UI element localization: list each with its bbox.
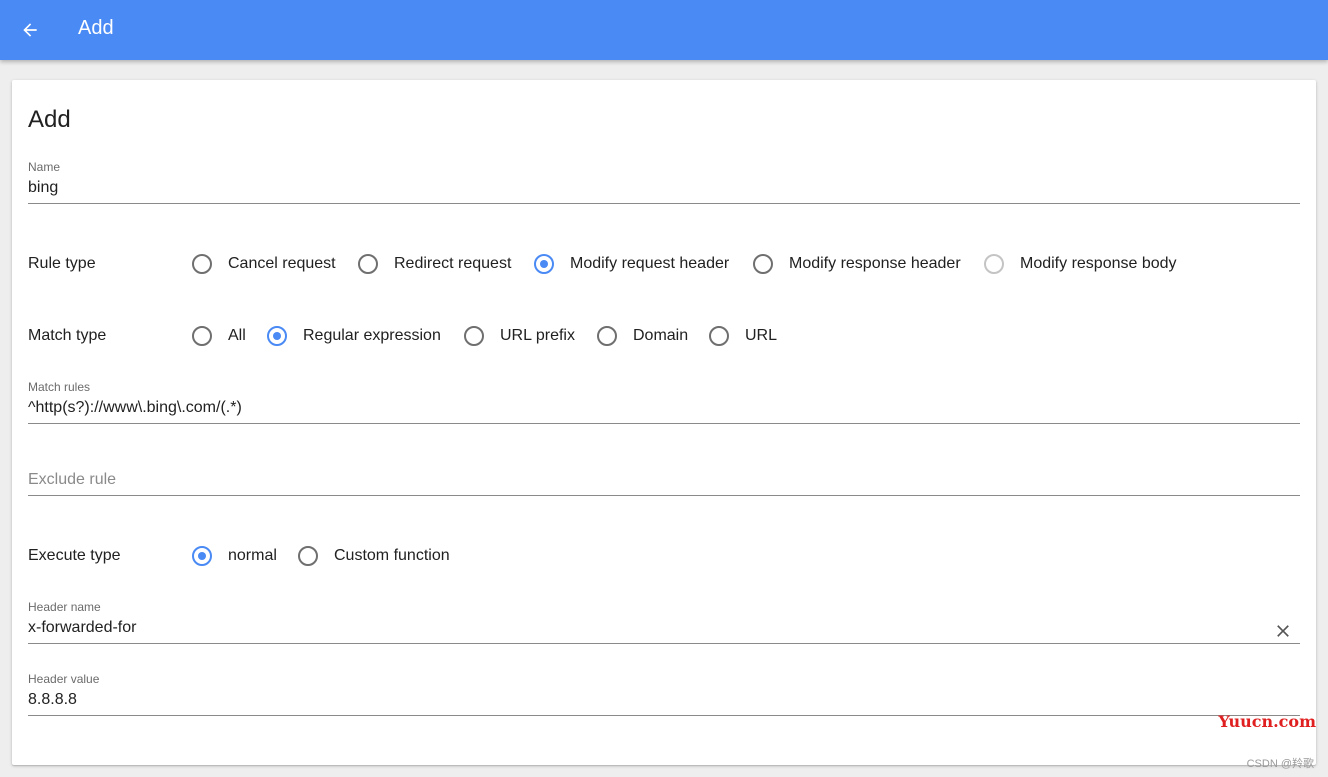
radio-button[interactable] [192, 254, 212, 274]
arrow-left-icon [23, 23, 37, 37]
radio-label: Regular expression [303, 327, 441, 344]
radio-button[interactable] [192, 546, 212, 566]
radio-redirect-request[interactable]: Redirect request [358, 252, 511, 276]
header-name-input[interactable]: x-forwarded-for [28, 618, 136, 638]
close-icon [1277, 625, 1289, 637]
radio-button[interactable] [597, 326, 617, 346]
back-button[interactable] [14, 14, 46, 46]
radio-modify-response-header[interactable]: Modify response header [753, 252, 961, 276]
header-name-field[interactable]: Header name x-forwarded-for [28, 598, 1300, 644]
radio-button[interactable] [192, 326, 212, 346]
match-rules-field[interactable]: Match rules ^http(s?)://www\.bing\.com/(… [28, 378, 1300, 424]
form-title: Add [28, 106, 71, 133]
name-field[interactable]: Name bing [28, 158, 1300, 204]
match-rules-label: Match rules [28, 380, 91, 394]
radio-button[interactable] [709, 326, 729, 346]
clear-header-name-button[interactable] [1272, 620, 1294, 642]
radio-button[interactable] [984, 254, 1004, 274]
exclude-rule-input[interactable]: Exclude rule [28, 470, 116, 490]
header-value-label: Header value [28, 672, 100, 686]
radio-button[interactable] [464, 326, 484, 346]
credit-watermark: CSDN @羚歌 [1246, 758, 1314, 770]
execute-type-label: Execute type [28, 547, 121, 564]
radio-label: normal [228, 547, 277, 564]
radio-normal[interactable]: normal [192, 544, 277, 568]
radio-modify-response-body[interactable]: Modify response body [984, 252, 1177, 276]
radio-button[interactable] [298, 546, 318, 566]
radio-modify-request-header[interactable]: Modify request header [534, 252, 729, 276]
radio-label: URL [745, 327, 778, 344]
form-card: Add Name bing Rule type Cancel request R… [12, 80, 1316, 765]
name-label: Name [28, 160, 61, 174]
radio-button[interactable] [534, 254, 554, 274]
exclude-rule-field[interactable]: Exclude rule [28, 450, 1300, 496]
radio-label: Modify response body [1020, 255, 1177, 272]
header-value-field[interactable]: Header value 8.8.8.8 [28, 670, 1300, 716]
radio-regular-expression[interactable]: Regular expression [267, 324, 441, 348]
match-type-label: Match type [28, 327, 107, 344]
radio-all[interactable]: All [192, 324, 246, 348]
header-name-label: Header name [28, 600, 101, 614]
header-value-input[interactable]: 8.8.8.8 [28, 690, 77, 710]
name-input[interactable]: bing [28, 178, 58, 198]
radio-label: Domain [633, 327, 689, 344]
radio-domain[interactable]: Domain [597, 324, 688, 348]
radio-label: Custom function [334, 547, 450, 564]
radio-label: Redirect request [394, 255, 512, 272]
match-rules-input[interactable]: ^http(s?)://www\.bing\.com/(.*) [28, 398, 242, 418]
radio-custom-function[interactable]: Custom function [298, 544, 450, 568]
radio-button[interactable] [753, 254, 773, 274]
rule-type-label: Rule type [28, 255, 96, 272]
radio-label: URL prefix [500, 327, 575, 344]
site-watermark: Yuucn.com [1218, 712, 1316, 731]
app-bar-title: Add [78, 17, 114, 39]
radio-button[interactable] [358, 254, 378, 274]
radio-cancel-request[interactable]: Cancel request [192, 252, 336, 276]
radio-label: Modify response header [789, 255, 961, 272]
radio-url-prefix[interactable]: URL prefix [464, 324, 575, 348]
radio-button[interactable] [267, 326, 287, 346]
radio-url[interactable]: URL [709, 324, 777, 348]
app-bar: Add [0, 0, 1328, 60]
radio-label: Modify request header [570, 255, 730, 272]
radio-label: All [228, 327, 246, 344]
radio-label: Cancel request [228, 255, 336, 272]
